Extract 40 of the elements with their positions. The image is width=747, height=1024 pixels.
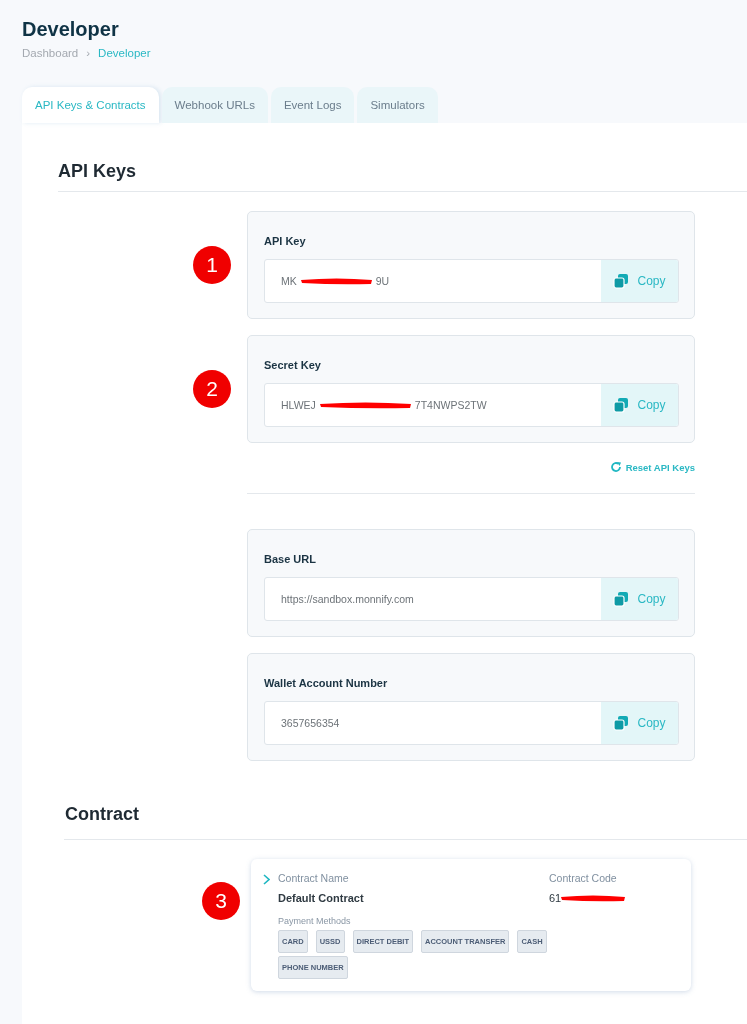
tab[interactable]: Event Logs: [270, 87, 355, 123]
key-value: 7T4NWPS2TW: [414, 399, 487, 411]
field-label: API Key: [264, 235, 306, 247]
copy-button[interactable]: Copy: [601, 384, 678, 426]
contract-code-label: Contract Code: [549, 872, 617, 884]
copy-button[interactable]: Copy: [601, 702, 678, 744]
breadcrumb-link[interactable]: Dashboard: [22, 47, 79, 59]
redaction-scribble: [559, 893, 628, 903]
reset-api-keys-link[interactable]: Reset API Keys: [609, 461, 695, 473]
tab[interactable]: Simulators: [357, 87, 438, 123]
key-value: https://sandbox.monnify.com: [281, 593, 414, 605]
section-heading: Contract: [65, 803, 139, 825]
tab[interactable]: Webhook URLs: [161, 87, 268, 123]
copy-icon: [613, 591, 630, 607]
copy-button[interactable]: Copy: [601, 578, 678, 620]
chevron-right-icon[interactable]: [263, 874, 270, 885]
key-value: 9U: [375, 275, 390, 287]
copy-icon: [613, 715, 630, 731]
field-label: Base URL: [264, 553, 316, 565]
field-label: Secret Key: [264, 359, 321, 371]
breadcrumb-current: Developer: [98, 47, 151, 59]
annotation-marker: 3: [202, 882, 240, 920]
copy-icon: [613, 397, 630, 413]
contract-name-label: Contract Name: [278, 872, 349, 884]
copy-button[interactable]: Copy: [601, 260, 678, 302]
annotation-marker: 1: [193, 246, 231, 284]
breadcrumb-separator: ›: [86, 47, 91, 59]
key-value: 3657656354: [281, 717, 340, 729]
key-value: MK: [281, 275, 297, 287]
key-value: HLWEJ: [281, 399, 316, 411]
tab[interactable]: API Keys & Contracts: [22, 87, 159, 123]
copy-icon: [613, 273, 630, 289]
payment-methods-label: Payment Methods: [278, 916, 351, 926]
page-title: Developer: [22, 17, 120, 41]
contract-code: 61: [549, 892, 628, 904]
annotation-marker: 2: [193, 370, 231, 408]
field-label: Wallet Account Number: [264, 677, 388, 689]
refresh-icon: [609, 461, 622, 473]
section-heading: API Keys: [58, 160, 137, 182]
contract-name: Default Contract: [278, 892, 364, 904]
